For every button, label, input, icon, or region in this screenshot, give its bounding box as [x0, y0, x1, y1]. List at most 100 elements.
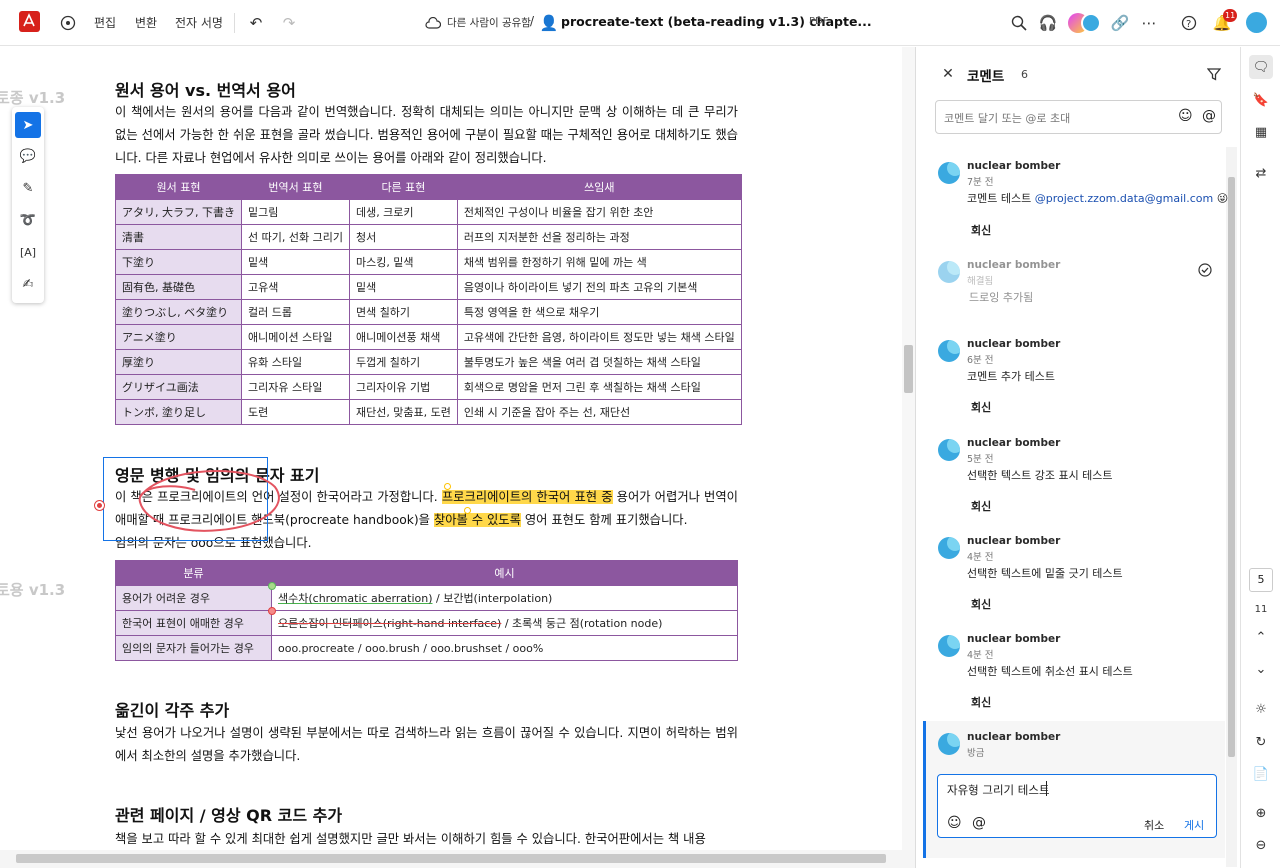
add-comment-icon[interactable]: 💬 [15, 143, 41, 169]
user-avatar[interactable] [1246, 12, 1267, 33]
comment-time: 4분 전 [967, 650, 994, 661]
reply-button[interactable]: 회신 [971, 222, 991, 238]
zoom-out-icon[interactable]: ⊖ [1249, 833, 1273, 857]
reply-button[interactable]: 회신 [971, 399, 991, 415]
highlight-handle[interactable] [464, 507, 471, 514]
close-icon[interactable]: ✕ [940, 65, 956, 83]
strikethrough-marker-icon[interactable] [268, 607, 276, 615]
table-header: 원서 표현 [115, 174, 242, 200]
redo-icon[interactable]: ↷ [279, 13, 299, 33]
post-button[interactable]: 게시 [1184, 817, 1204, 833]
table-cell: 애니메이션풍 채색 [348, 324, 458, 350]
freehand-draw-icon[interactable]: ➰ [15, 207, 41, 233]
comment-item[interactable]: nuclear bomber 4분 전 선택한 텍스트에 밑줄 긋기 테스트 회… [938, 535, 1223, 615]
table-cell: グリザイユ画法 [115, 374, 242, 400]
avatar [938, 439, 960, 461]
zoom-in-icon[interactable]: ⊕ [1249, 801, 1273, 825]
more-icon[interactable]: ⋯ [1138, 12, 1160, 34]
headphones-icon[interactable]: 🎧 [1037, 12, 1059, 34]
table-cell: 애니메이션 스타일 [241, 324, 350, 350]
comment-marker-icon[interactable] [95, 501, 104, 510]
undo-icon[interactable]: ↶ [246, 13, 266, 33]
collaborators-avatars[interactable] [1068, 13, 1102, 33]
table-cell: 특정 영역을 한 색으로 채우기 [456, 299, 742, 325]
underlined-text[interactable]: 색수차(chromatic aberration) [278, 592, 433, 605]
mention-icon[interactable]: @ [1202, 108, 1216, 124]
comment-item-resolved[interactable]: nuclear bomber 해결됨 드로잉 추가됨 [938, 259, 1223, 319]
comment-item[interactable]: nuclear bomber 5분 전 선택한 텍스트 강조 표시 테스트 회신 [938, 437, 1223, 517]
comment-item[interactable]: nuclear bomber 7분 전 코멘트 테스트 @project.zzo… [938, 160, 1228, 240]
brightness-icon[interactable]: ☼ [1249, 697, 1273, 721]
comment-editor[interactable]: 자유형 그리기 테스트 ☺ @ 취소 게시 [937, 774, 1217, 838]
table-header: 다른 표현 [348, 174, 458, 200]
table-cell: 용어가 어려운 경우 [115, 585, 272, 611]
reply-button[interactable]: 회신 [971, 596, 991, 612]
page-number-input[interactable]: 5 [1249, 568, 1273, 592]
table-cell: 도련 [241, 399, 350, 425]
panel-title: 코멘트 [967, 69, 1005, 85]
avatar [938, 340, 960, 362]
chevron-down-icon[interactable]: ⌄ [832, 13, 846, 33]
avatar [938, 733, 960, 755]
emoji-icon[interactable]: ☺ [1178, 108, 1193, 124]
page-info-icon[interactable]: 📄 [1249, 762, 1273, 786]
table-cell: 오른손잡이 인터페이스(right-hand interface) / 초록색 … [268, 607, 738, 636]
highlighted-text[interactable]: 프로크리에이트의 한국어 표현 중 [441, 490, 613, 504]
page-total: 11 [1254, 604, 1268, 615]
highlight-pen-icon[interactable]: ✎ [15, 175, 41, 201]
comment-draft-text[interactable]: 자유형 그리기 테스트 [947, 782, 1050, 798]
sign-icon[interactable]: ✍ [15, 271, 41, 297]
resolved-check-icon[interactable] [1197, 262, 1213, 278]
scrollbar-thumb[interactable] [904, 345, 913, 393]
mention-icon[interactable]: @ [972, 815, 986, 831]
vertical-scrollbar[interactable] [902, 47, 915, 850]
menu-esign[interactable]: 전자 서명 [175, 14, 223, 31]
search-icon[interactable] [1008, 12, 1030, 34]
table-row: トンボ, 塗り足し 도련 재단선, 맞춤표, 도련 인쇄 시 기준을 잡아 주는 선,… [115, 399, 742, 425]
menu-edit[interactable]: 편집 [94, 14, 116, 31]
people-icon: 👤 [539, 14, 559, 32]
comments-scrollbar[interactable] [1226, 147, 1237, 867]
chevron-up-icon[interactable]: ⌃ [1249, 625, 1273, 649]
highlight-handle[interactable] [444, 483, 451, 490]
highlighted-text[interactable]: 찾아볼 수 있도록 [433, 513, 521, 527]
comment-item[interactable]: nuclear bomber 4분 전 선택한 텍스트에 취소선 표시 테스트 … [938, 633, 1223, 713]
strikethrough-text[interactable]: 오른손잡이 인터페이스(right-hand interface) [278, 617, 501, 630]
table-cell: 색수차(chromatic aberration) / 보간법(interpol… [268, 582, 738, 611]
text-box-icon[interactable]: [A] [15, 239, 41, 265]
cancel-button[interactable]: 취소 [1144, 817, 1164, 833]
reply-button[interactable]: 회신 [971, 694, 991, 710]
comment-item[interactable]: nuclear bomber 방금 [938, 731, 1223, 761]
select-tool-icon[interactable]: ➤ [15, 112, 41, 138]
table-cell: 러프의 지저분한 선을 정리하는 과정 [456, 224, 742, 250]
comments-icon[interactable]: 🗨 [1249, 55, 1273, 79]
compare-icon[interactable]: ⇄ [1249, 161, 1273, 185]
freehand-drawing[interactable] [100, 452, 300, 547]
refresh-icon[interactable]: ↻ [1249, 730, 1273, 754]
table-cell: 마스킹, 밑색 [348, 249, 458, 275]
scrollbar-thumb[interactable] [1228, 177, 1235, 757]
comment-item[interactable]: nuclear bomber 6분 전 코멘트 추가 테스트 회신 [938, 338, 1223, 418]
bookmark-icon[interactable]: 🔖 [1249, 88, 1273, 112]
filter-icon[interactable] [1204, 64, 1224, 84]
mention-link[interactable]: @project.zzom.data@gmail.com [1035, 192, 1213, 205]
home-icon[interactable] [58, 13, 78, 33]
comment-input[interactable]: 코멘트 달기 또는 @로 초대 ☺ @ [935, 100, 1222, 134]
emoji-icon[interactable]: ☺ [947, 815, 962, 831]
reply-button[interactable]: 회신 [971, 498, 991, 514]
help-icon[interactable]: ? [1178, 12, 1200, 34]
avatar [938, 537, 960, 559]
section-paragraph-footnotes: 낯선 용어가 나오거나 설명이 생략된 부분에서는 따로 검색하느라 읽는 흐름… [115, 726, 738, 763]
chevron-down-icon[interactable]: ⌄ [1249, 657, 1273, 681]
table-cell: 두껍게 칠하기 [348, 349, 458, 375]
thumbnails-icon[interactable]: ▦ [1249, 120, 1273, 144]
table-cell: 고유색 [241, 274, 350, 300]
menu-convert[interactable]: 변환 [135, 14, 157, 31]
acrobat-logo-icon[interactable] [19, 11, 40, 32]
link-icon[interactable]: 🔗 [1109, 12, 1131, 34]
underline-marker-icon[interactable] [268, 582, 276, 590]
section-title-qr: 관련 페이지 / 영상 QR 코드 추가 [115, 806, 343, 825]
horizontal-scrollbar[interactable] [0, 850, 915, 868]
scrollbar-thumb[interactable] [16, 854, 886, 863]
table-cell: アタリ, 大ラフ, 下書き [115, 199, 242, 225]
